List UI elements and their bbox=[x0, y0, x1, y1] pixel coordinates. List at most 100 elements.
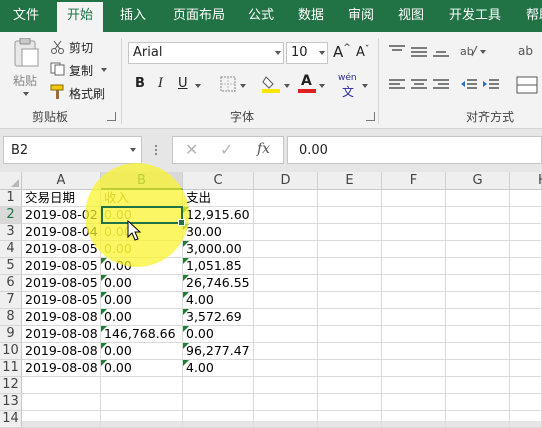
cell[interactable]: 2019-08-04 bbox=[22, 224, 101, 241]
cell[interactable] bbox=[446, 326, 510, 343]
cell[interactable] bbox=[183, 411, 254, 428]
row-header-5[interactable]: 5 bbox=[0, 258, 22, 275]
cell[interactable]: 0.00 bbox=[101, 275, 183, 292]
cell[interactable] bbox=[22, 394, 101, 411]
cell[interactable] bbox=[446, 309, 510, 326]
cell[interactable] bbox=[510, 292, 542, 309]
cell[interactable] bbox=[183, 377, 254, 394]
row-header-9[interactable]: 9 bbox=[0, 326, 22, 343]
cell[interactable]: 2019-08-08 bbox=[22, 343, 101, 360]
row-header-8[interactable]: 8 bbox=[0, 309, 22, 326]
cell[interactable] bbox=[382, 411, 446, 428]
cell[interactable]: 0.00 bbox=[101, 258, 183, 275]
cell[interactable] bbox=[382, 326, 446, 343]
cell[interactable] bbox=[254, 326, 318, 343]
row-header-4[interactable]: 4 bbox=[0, 241, 22, 258]
cell[interactable] bbox=[318, 326, 382, 343]
cell[interactable] bbox=[446, 258, 510, 275]
cell[interactable]: 2019-08-05 bbox=[22, 241, 101, 258]
cell[interactable] bbox=[254, 241, 318, 258]
cell[interactable]: 交易日期 bbox=[22, 190, 101, 207]
cell[interactable] bbox=[254, 224, 318, 241]
cell[interactable] bbox=[446, 241, 510, 258]
cell[interactable] bbox=[318, 377, 382, 394]
cell[interactable]: 146,768.66 bbox=[101, 326, 183, 343]
cell[interactable]: 收入 bbox=[101, 190, 183, 207]
cell[interactable] bbox=[318, 224, 382, 241]
row-header-14[interactable]: 14 bbox=[0, 411, 22, 428]
cell[interactable] bbox=[318, 360, 382, 377]
cell[interactable] bbox=[446, 190, 510, 207]
cell[interactable]: 3,000.00 bbox=[183, 241, 254, 258]
cell[interactable] bbox=[446, 411, 510, 428]
row-header-12[interactable]: 12 bbox=[0, 377, 22, 394]
cell[interactable] bbox=[510, 190, 542, 207]
cell[interactable] bbox=[318, 411, 382, 428]
cell[interactable] bbox=[382, 241, 446, 258]
cell[interactable]: 0.00 bbox=[183, 326, 254, 343]
cell[interactable] bbox=[254, 275, 318, 292]
cell[interactable]: 支出 bbox=[183, 190, 254, 207]
cell[interactable]: 2019-08-08 bbox=[22, 360, 101, 377]
cell[interactable] bbox=[318, 309, 382, 326]
cell[interactable]: 0.00 bbox=[101, 343, 183, 360]
cell[interactable] bbox=[382, 258, 446, 275]
cell[interactable]: 4.00 bbox=[183, 292, 254, 309]
cell[interactable] bbox=[510, 394, 542, 411]
cell[interactable]: 2019-08-05 bbox=[22, 292, 101, 309]
cell[interactable] bbox=[446, 207, 510, 224]
row-header-13[interactable]: 13 bbox=[0, 394, 22, 411]
cell[interactable]: 1,051.85 bbox=[183, 258, 254, 275]
cell[interactable] bbox=[101, 411, 183, 428]
cell[interactable] bbox=[318, 292, 382, 309]
cell[interactable] bbox=[510, 207, 542, 224]
cell[interactable]: 0.00 bbox=[101, 241, 183, 258]
row-header-6[interactable]: 6 bbox=[0, 275, 22, 292]
cell[interactable]: 0.00 bbox=[101, 309, 183, 326]
cell[interactable] bbox=[318, 343, 382, 360]
cell[interactable] bbox=[510, 377, 542, 394]
cell[interactable]: 0.00 bbox=[101, 292, 183, 309]
cell[interactable] bbox=[254, 360, 318, 377]
cell[interactable] bbox=[510, 411, 542, 428]
cell[interactable] bbox=[254, 411, 318, 428]
cell[interactable] bbox=[183, 394, 254, 411]
cell[interactable] bbox=[446, 275, 510, 292]
cell[interactable] bbox=[254, 207, 318, 224]
cell[interactable] bbox=[22, 377, 101, 394]
cell[interactable] bbox=[446, 292, 510, 309]
cell[interactable] bbox=[318, 241, 382, 258]
cell[interactable] bbox=[510, 309, 542, 326]
cell[interactable] bbox=[382, 309, 446, 326]
cell[interactable] bbox=[101, 394, 183, 411]
cell[interactable] bbox=[382, 207, 446, 224]
cell[interactable]: 12,915.60 bbox=[183, 207, 254, 224]
cell[interactable]: 2019-08-02 bbox=[22, 207, 101, 224]
cell[interactable] bbox=[254, 377, 318, 394]
cell[interactable] bbox=[510, 360, 542, 377]
cell[interactable] bbox=[254, 343, 318, 360]
cell[interactable] bbox=[510, 241, 542, 258]
cell[interactable] bbox=[510, 343, 542, 360]
cell[interactable] bbox=[382, 224, 446, 241]
cell[interactable]: 2019-08-05 bbox=[22, 258, 101, 275]
cell[interactable] bbox=[382, 394, 446, 411]
cell[interactable] bbox=[382, 190, 446, 207]
cell[interactable] bbox=[22, 411, 101, 428]
cell[interactable]: 96,277.47 bbox=[183, 343, 254, 360]
cell[interactable] bbox=[510, 224, 542, 241]
cell[interactable]: 30.00 bbox=[183, 224, 254, 241]
cell[interactable] bbox=[446, 394, 510, 411]
fill-handle[interactable] bbox=[178, 219, 185, 226]
cell[interactable] bbox=[510, 258, 542, 275]
cell[interactable] bbox=[446, 224, 510, 241]
cell[interactable] bbox=[254, 394, 318, 411]
cell[interactable] bbox=[446, 360, 510, 377]
cell[interactable]: 2019-08-08 bbox=[22, 309, 101, 326]
cell[interactable] bbox=[446, 343, 510, 360]
cell[interactable] bbox=[510, 326, 542, 343]
cell[interactable] bbox=[382, 275, 446, 292]
cell[interactable] bbox=[318, 190, 382, 207]
cell[interactable] bbox=[382, 377, 446, 394]
row-header-11[interactable]: 11 bbox=[0, 360, 22, 377]
